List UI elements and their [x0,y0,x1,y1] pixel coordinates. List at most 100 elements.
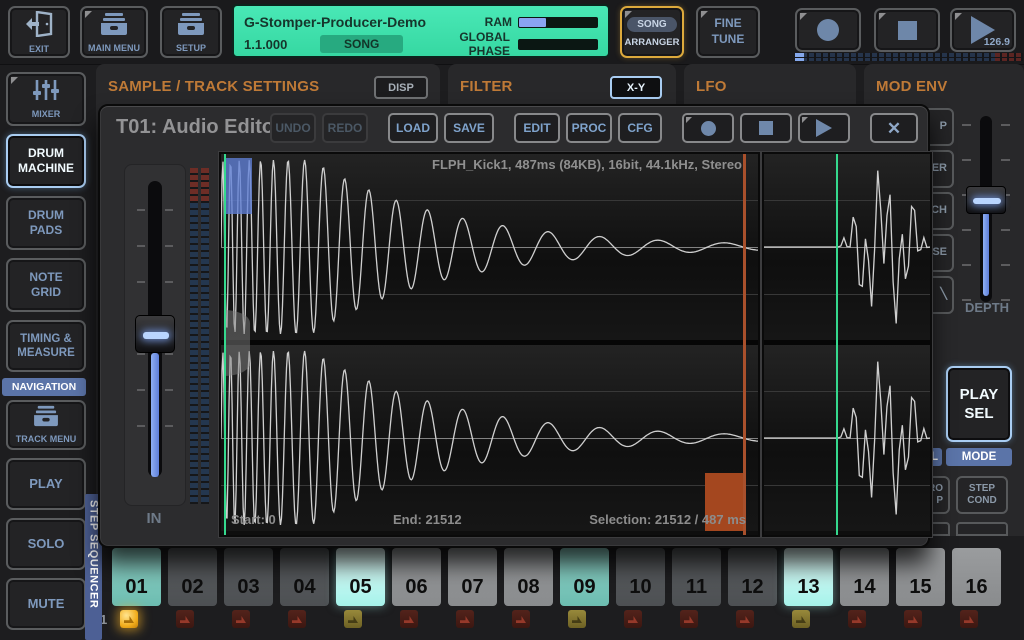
step-indicator-11[interactable] [680,610,698,628]
selection-start-handle[interactable] [226,158,252,214]
fader-fill [151,353,159,477]
play-sel-label: PLAY SEL [960,385,999,424]
exit-button[interactable]: EXIT [8,6,70,58]
mode-chip[interactable]: SONG [320,35,403,53]
step-indicator-slot [672,610,721,630]
play-sample-button[interactable] [798,113,850,143]
step-button-15[interactable]: 15 [896,548,945,606]
step-button-01[interactable]: 01 [112,548,161,606]
play-button[interactable]: 126.9 [950,8,1016,52]
sidebar-item-play[interactable]: PLAY [6,458,86,510]
selection-start-marker[interactable] [224,154,226,535]
sidebar-item-solo[interactable]: SOLO [6,518,86,570]
corner-fold-icon [802,117,808,123]
step-button-08[interactable]: 08 [504,548,553,606]
sidebar-item-mixer[interactable]: MIXER [6,72,86,126]
save-button[interactable]: SAVE [444,113,494,143]
step-indicator-01[interactable] [120,610,138,628]
waveform-editor[interactable]: FLPH_Kick1, 487ms (84KB), 16bit, 44.1kHz… [219,152,760,537]
sidebar-item-mute[interactable]: MUTE [6,578,86,630]
step-button-10[interactable]: 10 [616,548,665,606]
sidebar-item-drum-machine[interactable]: DRUM MACHINE [6,134,86,188]
step-label: 11 [686,576,707,599]
step-indicator-05[interactable] [344,610,362,628]
step-button-09[interactable]: 09 [560,548,609,606]
song-arranger-button[interactable]: SONG ARRANGER [620,6,684,58]
step-indicator-09[interactable] [568,610,586,628]
song-position-strip[interactable] [795,53,1023,61]
drum-machine-label: DRUM MACHINE [18,146,74,176]
step-indicator-02[interactable] [176,610,194,628]
step-indicator-16[interactable] [960,610,978,628]
step-cond-button[interactable]: STEP COND [956,476,1008,514]
stop-sample-button[interactable] [740,113,792,143]
level-meter-left [190,168,198,504]
main-menu-button[interactable]: MAIN MENU [80,6,148,58]
step-indicator-slot [168,610,217,630]
step-label: 04 [293,576,315,599]
step-label: 12 [741,576,763,599]
redo-button[interactable]: REDO [322,113,368,143]
sidebar-item-drum-pads[interactable]: DRUM PADS [6,196,86,250]
step-button-03[interactable]: 03 [224,548,273,606]
step-button-11[interactable]: 11 [672,548,721,606]
step-label: 01 [125,576,147,599]
load-button[interactable]: LOAD [388,113,438,143]
play-mode-label: PLAY [29,476,62,492]
step-indicator-08[interactable] [512,610,530,628]
step-button-04[interactable]: 04 [280,548,329,606]
step-button-16[interactable]: 16 [952,548,1001,606]
step-cond-label: STEP COND [967,483,996,507]
step-indicator-slot [616,610,665,630]
slider-handle-glow [973,198,1001,204]
fine-tune-button[interactable]: FINE TUNE [696,6,760,58]
close-dialog-button[interactable]: ✕ [870,113,918,143]
input-label: IN [124,510,184,527]
note-grid-label: NOTE GRID [29,270,62,300]
zoom-cursor[interactable] [836,154,838,535]
step-indicator-14[interactable] [848,610,866,628]
depth-slider-handle[interactable] [966,186,1006,214]
fader-handle[interactable] [135,315,175,353]
waveform-channel-right[interactable] [221,345,758,531]
record-button[interactable] [795,8,861,52]
step-indicator-13[interactable] [792,610,810,628]
stop-button[interactable] [874,8,940,52]
waveform-scroll-grip[interactable] [224,310,250,376]
step-button-07[interactable]: 07 [448,548,497,606]
step-indicator-15[interactable] [904,610,922,628]
waveform-zoom-view[interactable] [762,152,932,537]
depth-label: DEPTH [952,300,1022,315]
undo-label: UNDO [275,121,310,135]
sidebar-item-track-menu[interactable]: TRACK MENU [6,400,86,450]
step-button-02[interactable]: 02 [168,548,217,606]
waveform-channel-left[interactable] [221,154,758,345]
undo-button[interactable]: UNDO [270,113,316,143]
step-button-13[interactable]: 13 [784,548,833,606]
sidebar-item-timing-measure[interactable]: TIMING & MEASURE [6,320,86,372]
play-sel-button[interactable]: PLAY SEL [946,366,1012,442]
project-title: G-Stomper-Producer-Demo [244,14,485,30]
step-indicator-10[interactable] [624,610,642,628]
step-indicator-07[interactable] [456,610,474,628]
disp-button[interactable]: DISP [374,76,428,99]
step-button-05[interactable]: 05 [336,548,385,606]
step-indicator-06[interactable] [400,610,418,628]
step-indicator-04[interactable] [288,610,306,628]
sidebar-item-note-grid[interactable]: NOTE GRID [6,258,86,312]
cfg-button[interactable]: CFG [618,113,662,143]
edit-button[interactable]: EDIT [514,113,560,143]
step-button-12[interactable]: 12 [728,548,777,606]
record-sample-button[interactable] [682,113,734,143]
proc-button[interactable]: PROC [566,113,612,143]
step-button-06[interactable]: 06 [392,548,441,606]
selection-end-marker[interactable] [743,154,746,535]
step-indicator-03[interactable] [232,610,250,628]
zoom-channel-right [764,345,930,531]
step-indicator-slot [112,610,161,630]
corner-fold-icon [955,13,962,20]
step-indicator-12[interactable] [736,610,754,628]
setup-button[interactable]: SETUP [160,6,222,58]
step-button-14[interactable]: 14 [840,548,889,606]
xy-button[interactable]: X-Y [610,76,662,99]
